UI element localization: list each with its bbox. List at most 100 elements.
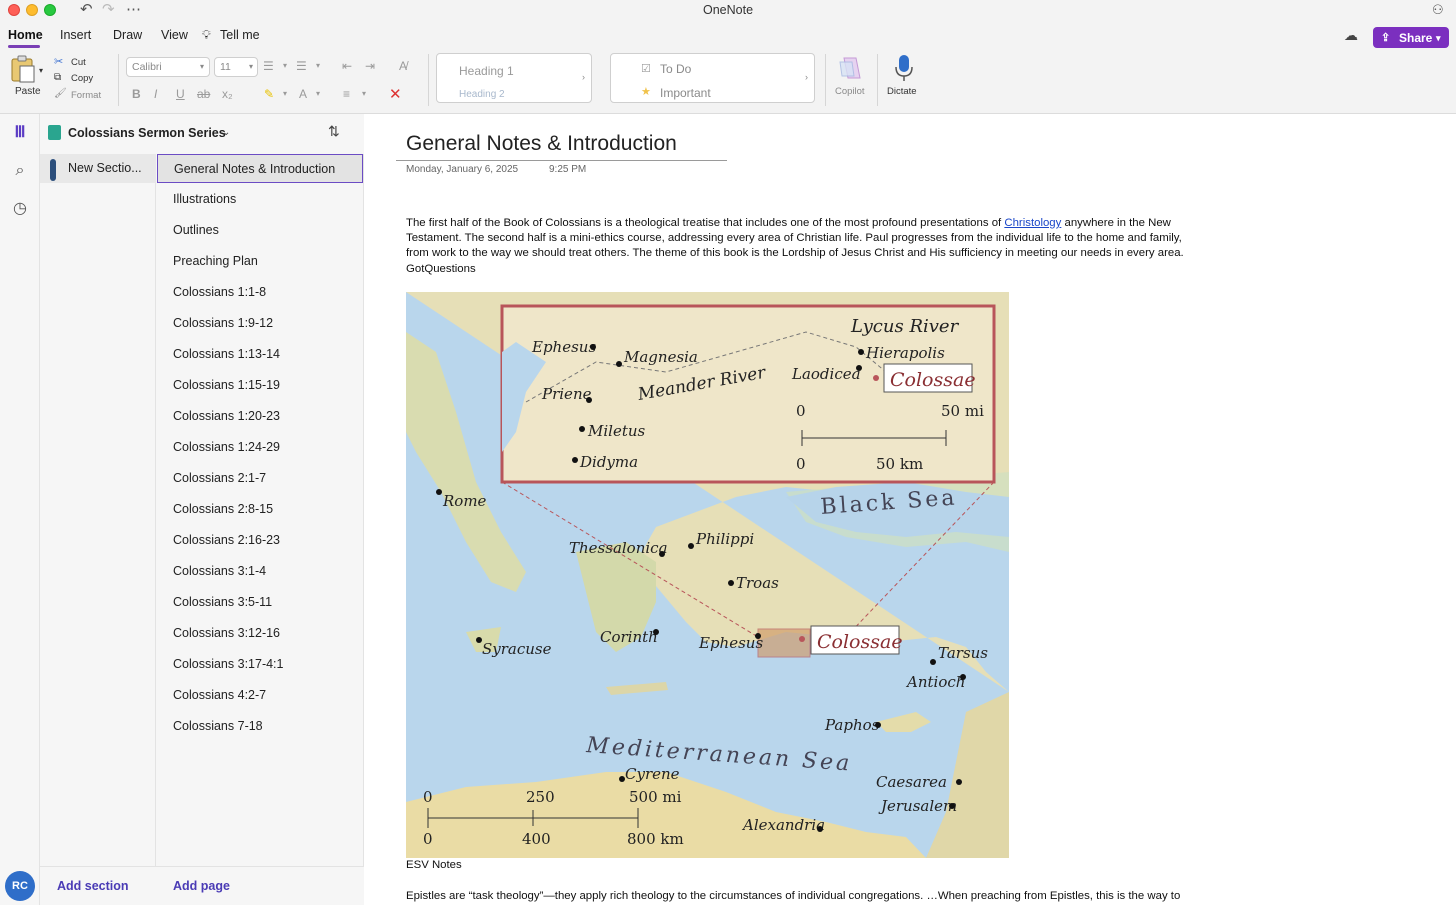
paste-chevron-icon[interactable]: ▾ xyxy=(39,66,43,75)
paste-button[interactable]: Paste xyxy=(8,54,48,100)
page-item-label: Colossians 1:15-19 xyxy=(173,378,281,392)
intro-paragraph[interactable]: The first half of the Book of Colossians… xyxy=(406,216,1206,277)
svg-text:Paphos: Paphos xyxy=(824,716,880,734)
font-family-select[interactable]: Calibri ▾ xyxy=(126,57,210,77)
delete-icon[interactable]: ✕ xyxy=(389,85,402,103)
svg-text:Priene: Priene xyxy=(541,385,592,403)
strikethrough-icon[interactable]: ab xyxy=(197,87,210,101)
notebooks-icon[interactable]: Ⅲ xyxy=(9,122,31,144)
italic-icon[interactable]: I xyxy=(154,87,157,101)
tab-view[interactable]: View xyxy=(161,28,188,42)
svg-text:Colossae: Colossae xyxy=(817,631,903,653)
tab-insert[interactable]: Insert xyxy=(60,28,91,42)
add-page-button[interactable]: Add page xyxy=(173,879,230,893)
chevron-down-icon[interactable]: ▾ xyxy=(283,89,287,98)
format-painter-button[interactable]: Format xyxy=(71,90,101,101)
page-item[interactable]: Colossians 4:2-7 xyxy=(157,681,363,710)
page-item[interactable]: Outlines xyxy=(157,216,363,245)
page-item[interactable]: General Notes & Introduction xyxy=(157,154,363,183)
recent-clock-icon[interactable]: ◷ xyxy=(9,198,31,220)
map-image[interactable]: Lycus River Hierapolis Laodicea Ephesus … xyxy=(406,292,1009,858)
bullets-icon[interactable]: ☰ xyxy=(263,59,274,73)
page-item[interactable]: Colossians 2:16-23 xyxy=(157,526,363,555)
chevron-down-icon[interactable]: ▾ xyxy=(283,61,287,70)
paragraph-text: The first half of the Book of Colossians… xyxy=(406,217,1005,229)
tag-important[interactable]: Important xyxy=(660,86,711,100)
underline-icon[interactable]: U xyxy=(176,87,185,101)
styles-gallery[interactable]: Heading 1 Heading 2 › xyxy=(436,53,592,103)
tell-me-button[interactable]: Tell me xyxy=(220,28,260,42)
subscript-icon[interactable]: x₂ xyxy=(222,87,233,101)
chevron-down-icon[interactable]: ▾ xyxy=(316,89,320,98)
section-label[interactable]: New Sectio... xyxy=(68,161,142,175)
copilot-button[interactable]: Copilot xyxy=(833,54,869,104)
chevron-down-icon: ▾ xyxy=(200,62,205,71)
tab-draw[interactable]: Draw xyxy=(113,28,142,42)
copilot-icon xyxy=(839,57,861,79)
svg-text:0: 0 xyxy=(423,830,433,848)
chevron-down-icon[interactable]: ⌄ xyxy=(222,127,230,138)
page-item[interactable]: Colossians 1:24-29 xyxy=(157,433,363,462)
page-item[interactable]: Colossians 3:17-4:1 xyxy=(157,650,363,679)
share-button[interactable]: ⇪ Share ▾ xyxy=(1373,27,1449,48)
page-item[interactable]: Colossians 1:9-12 xyxy=(157,309,363,338)
copy-button[interactable]: Copy xyxy=(71,73,93,84)
map-caption[interactable]: ESV Notes xyxy=(406,859,462,871)
avatar[interactable]: RC xyxy=(5,871,35,901)
christology-link[interactable]: Christology xyxy=(1004,217,1061,229)
search-icon[interactable]: ⌕ xyxy=(9,160,31,182)
chevron-right-icon[interactable]: › xyxy=(805,72,808,82)
chevron-right-icon[interactable]: › xyxy=(582,72,585,82)
tab-home[interactable]: Home xyxy=(8,28,43,42)
cut-button[interactable]: Cut xyxy=(71,57,86,68)
ribbon-tabs: Home Insert Draw View 💡︎ Tell me ☁ xyxy=(0,22,1456,48)
page-title[interactable]: General Notes & Introduction xyxy=(406,132,677,156)
font-size-select[interactable]: 11 ▾ xyxy=(214,57,258,77)
page-item[interactable]: Colossians 7-18 xyxy=(157,712,363,741)
divider xyxy=(118,54,119,106)
page-item[interactable]: Colossians 2:8-15 xyxy=(157,495,363,524)
page-item[interactable]: Colossians 3:5-11 xyxy=(157,588,363,617)
page-item[interactable]: Preaching Plan xyxy=(157,247,363,276)
chevron-down-icon[interactable]: ▾ xyxy=(316,61,320,70)
svg-text:0: 0 xyxy=(796,455,806,473)
svg-text:0: 0 xyxy=(796,402,806,420)
sync-cloud-icon[interactable]: ☁ xyxy=(1344,27,1358,44)
section-color-tab xyxy=(50,159,56,181)
svg-text:Lycus River: Lycus River xyxy=(850,316,960,337)
people-icon[interactable]: ⚇ xyxy=(1432,1,1444,19)
page-item[interactable]: Colossians 1:20-23 xyxy=(157,402,363,431)
notebook-selector[interactable]: Colossians Sermon Series xyxy=(68,126,226,140)
page-item[interactable]: Colossians 1:15-19 xyxy=(157,371,363,400)
page-date: Monday, January 6, 2025 xyxy=(406,164,519,175)
dictate-button[interactable]: Dictate xyxy=(885,54,923,104)
page-item[interactable]: Colossians 1:1-8 xyxy=(157,278,363,307)
numbering-icon[interactable]: ☰ xyxy=(296,59,307,73)
chevron-down-icon[interactable]: ▾ xyxy=(362,89,366,98)
sort-icon[interactable]: ⇅ xyxy=(328,123,340,140)
page-item-label: Illustrations xyxy=(173,192,237,206)
font-color-icon[interactable]: A xyxy=(299,87,307,101)
add-section-button[interactable]: Add section xyxy=(57,879,129,893)
page-item[interactable]: Colossians 1:13-14 xyxy=(157,340,363,369)
highlight-icon[interactable]: ✎ xyxy=(264,87,274,101)
epistles-paragraph[interactable]: Epistles are “task theology”—they apply … xyxy=(406,890,1226,902)
title-bar: ↶ ↷ ⋯ OneNote ⚇ xyxy=(0,0,1456,22)
style-heading-2[interactable]: Heading 2 xyxy=(459,89,505,100)
page-item[interactable]: Illustrations xyxy=(157,185,363,214)
page-item[interactable]: Colossians 2:1-7 xyxy=(157,464,363,493)
page-item-label: General Notes & Introduction xyxy=(174,162,336,176)
align-icon[interactable]: ≡ xyxy=(343,87,350,101)
outdent-icon[interactable]: ⇤ xyxy=(342,59,352,73)
page-item[interactable]: Colossians 3:1-4 xyxy=(157,557,363,586)
divider xyxy=(428,54,429,106)
tag-to-do[interactable]: To Do xyxy=(660,62,691,76)
tags-gallery[interactable]: ☑ To Do ★ Important › xyxy=(610,53,815,103)
style-heading-1[interactable]: Heading 1 xyxy=(459,64,514,78)
page-item-label: Colossians 1:24-29 xyxy=(173,440,281,454)
page-item[interactable]: Colossians 3:12-16 xyxy=(157,619,363,648)
indent-icon[interactable]: ⇥ xyxy=(365,59,375,73)
bold-icon[interactable]: B xyxy=(132,87,141,101)
font-size-value: 11 xyxy=(220,61,231,73)
clear-formatting-icon[interactable]: A̸ xyxy=(399,59,407,73)
